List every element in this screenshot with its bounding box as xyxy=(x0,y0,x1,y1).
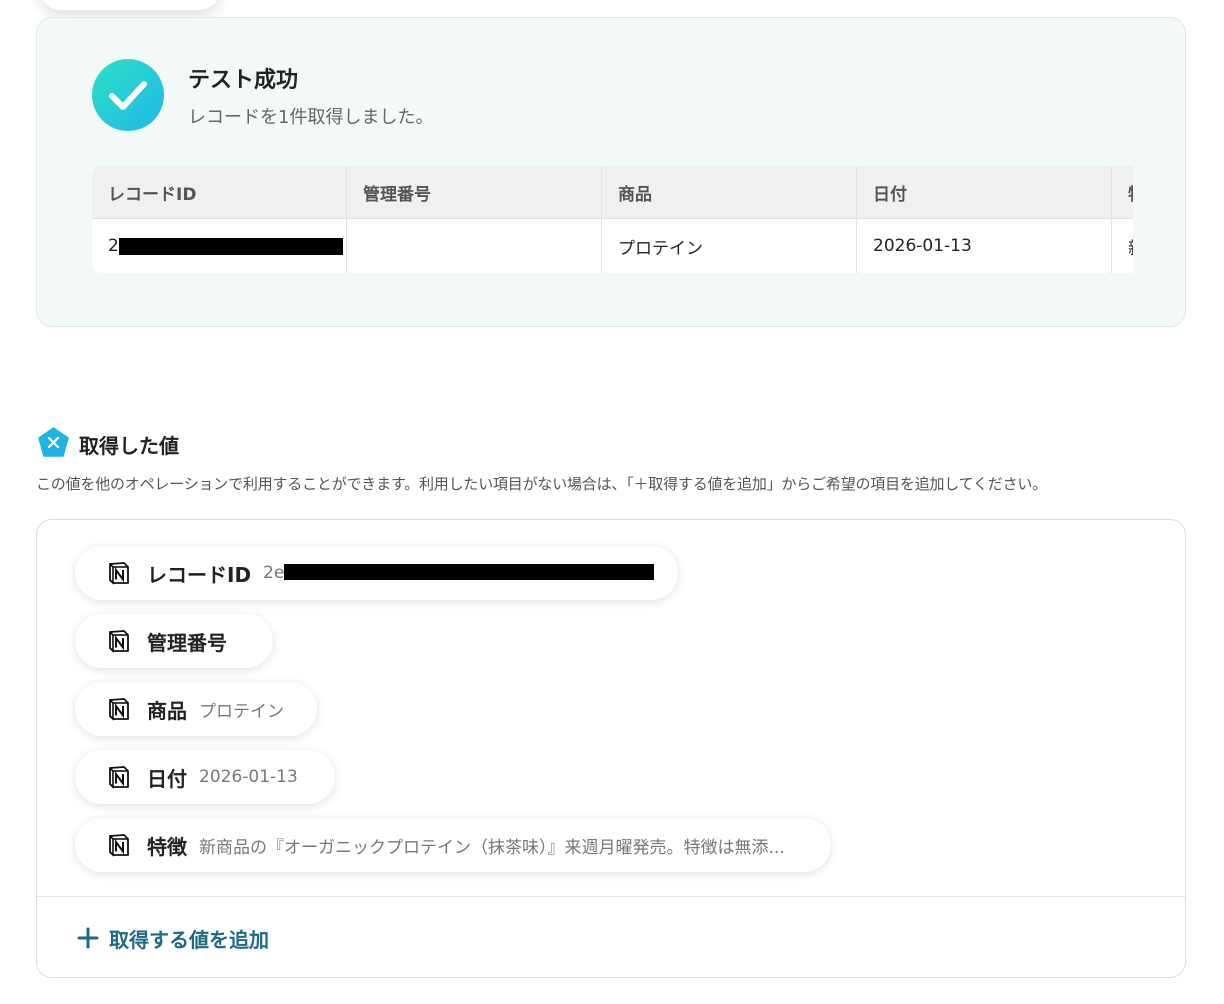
table-header-row: レコードID 管理番号 商品 日付 特 xyxy=(92,166,1133,219)
notion-icon xyxy=(109,834,129,857)
redaction-bar xyxy=(118,237,343,255)
pill-value: 2e xyxy=(263,563,654,583)
column-header: 商品 xyxy=(602,166,857,218)
pill-value: プロテイン xyxy=(199,701,284,722)
management-no-cell xyxy=(347,219,602,273)
notion-icon xyxy=(109,766,129,789)
success-check-icon xyxy=(92,59,164,131)
redaction-bar xyxy=(284,564,654,580)
success-title: テスト成功 xyxy=(188,68,299,93)
column-header: 日付 xyxy=(857,166,1112,218)
pill-value: 新商品の『オーガニックプロテイン（抹茶味）』来週月曜発売。特徴は無添... xyxy=(199,837,785,858)
column-header: 特 xyxy=(1112,166,1133,218)
pill-label: 商品 xyxy=(147,698,187,723)
value-pill-date[interactable]: 日付 2026-01-13 xyxy=(75,750,335,804)
feature-cell: 新 xyxy=(1112,219,1133,273)
notion-icon xyxy=(109,562,129,585)
pill-label: 日付 xyxy=(147,766,187,791)
pill-value: 2026-01-13 xyxy=(199,767,298,787)
value-pill-feature[interactable]: 特徴 新商品の『オーガニックプロテイン（抹茶味）』来週月曜発売。特徴は無添... xyxy=(75,818,831,872)
value-pill-record-id[interactable]: レコードID 2e xyxy=(75,546,678,600)
date-cell: 2026-01-13 xyxy=(857,219,1112,273)
divider xyxy=(37,896,1185,897)
add-value-button[interactable]: 取得する値を追加 xyxy=(77,922,269,954)
pill-label: レコードID xyxy=(147,562,252,587)
value-pill-management-no[interactable]: 管理番号 xyxy=(75,614,273,668)
record-id-cell: 2 xyxy=(92,219,347,273)
product-cell: プロテイン xyxy=(602,219,857,273)
variable-x-icon xyxy=(38,427,69,457)
pill-label: 管理番号 xyxy=(147,630,227,655)
add-value-label: 取得する値を追加 xyxy=(109,927,269,952)
table-row: 2 プロテイン 2026-01-13 新 xyxy=(92,219,1133,273)
column-header: 管理番号 xyxy=(347,166,602,218)
section-title: 取得した値 xyxy=(79,434,179,458)
value-pill-product[interactable]: 商品 プロテイン xyxy=(75,682,317,736)
previous-card-edge xyxy=(40,0,220,10)
result-table: レコードID 管理番号 商品 日付 特 2 プロテイン 2026-01-13 新 xyxy=(92,166,1133,273)
test-result-panel: テスト成功 レコードを1件取得しました。 レコードID 管理番号 商品 日付 特… xyxy=(36,17,1186,327)
record-id-value: 2 xyxy=(108,236,119,256)
success-message: レコードを1件取得しました。 xyxy=(188,107,434,128)
plus-icon xyxy=(77,927,99,949)
section-description: この値を他のオペレーションで利用することができます。利用したい項目がない場合は、… xyxy=(36,475,1048,493)
notion-icon xyxy=(109,698,129,721)
pill-label: 特徴 xyxy=(147,834,187,859)
fetched-values-panel: レコードID 2e 管理番号 商品 プロテイン 日付 2026-01-13 特徴… xyxy=(36,519,1186,978)
notion-icon xyxy=(109,630,129,653)
column-header: レコードID xyxy=(92,166,347,218)
